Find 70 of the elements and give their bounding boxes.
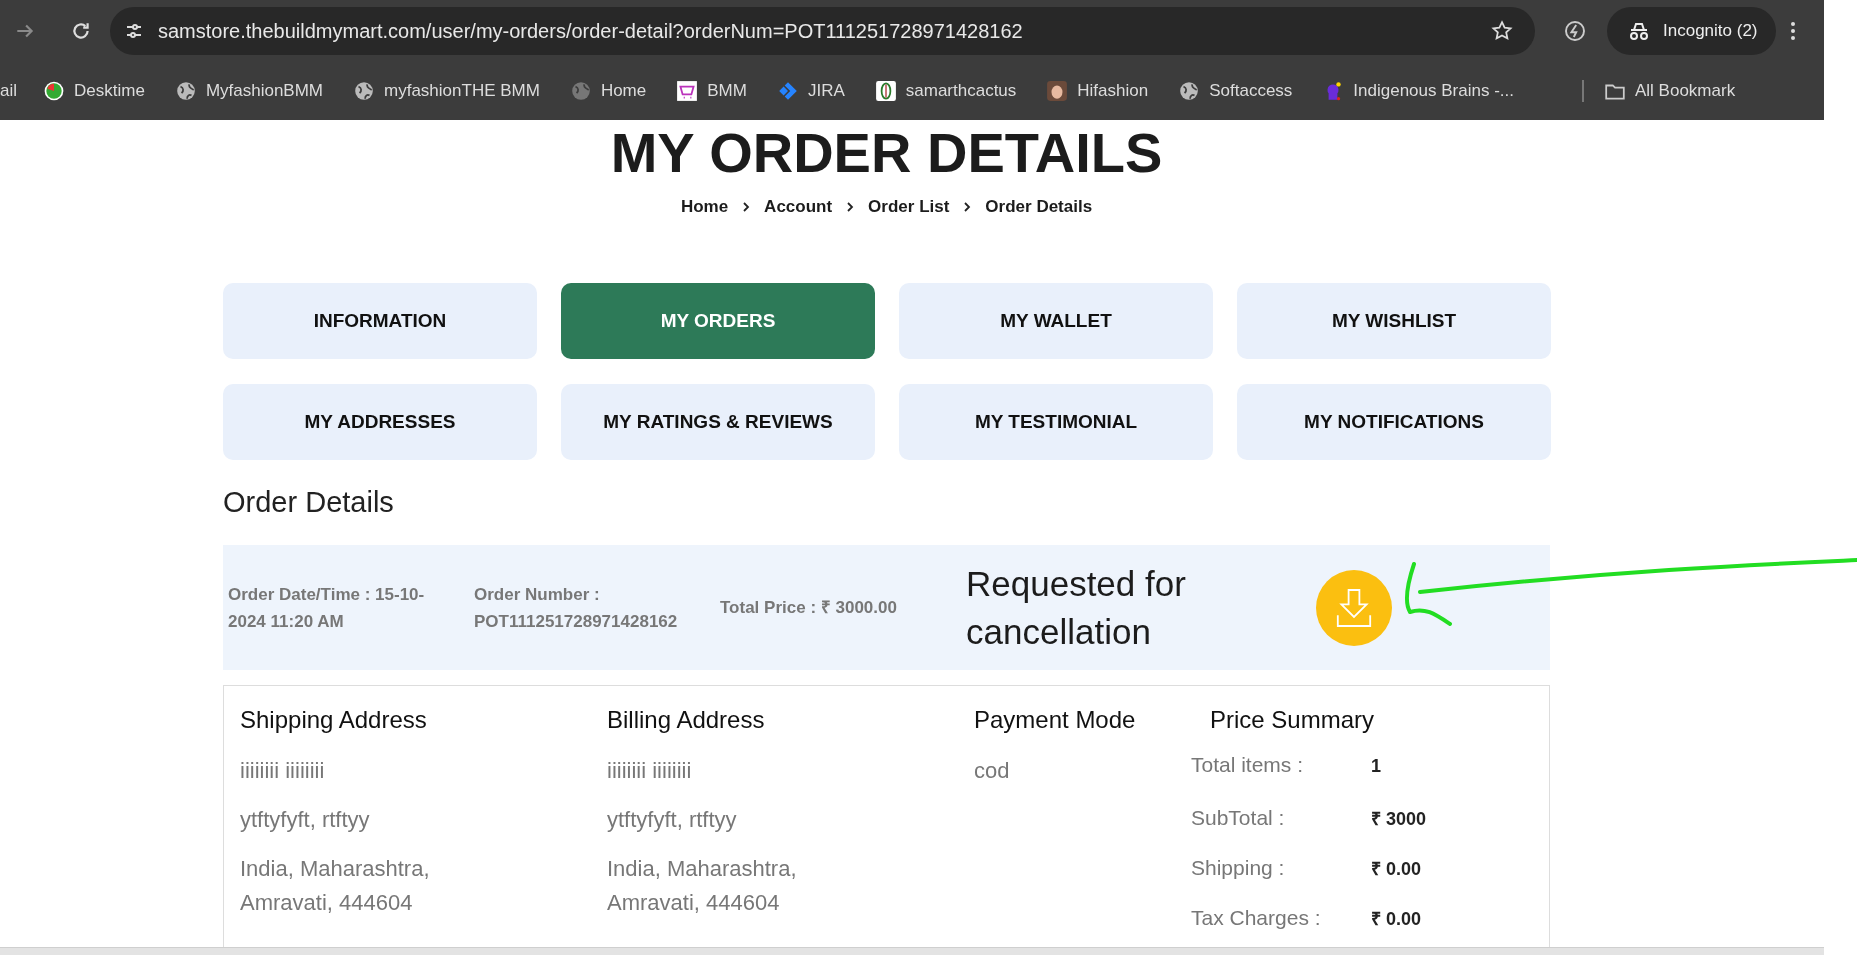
menu-icon[interactable] bbox=[1789, 21, 1796, 41]
bookmark[interactable]: Home bbox=[569, 80, 647, 102]
bookmark-icon bbox=[874, 80, 897, 102]
price-value: ₹ 3000 bbox=[1371, 808, 1427, 830]
bookmark-icon bbox=[43, 80, 65, 102]
incognito-icon bbox=[1627, 21, 1651, 41]
chevron-icon bbox=[742, 201, 751, 213]
bookmark[interactable]: samarthcactus bbox=[874, 80, 1017, 102]
bookmark[interactable]: Indigenous Brains -... bbox=[1322, 80, 1514, 102]
price-value: ₹ 0.00 bbox=[1371, 908, 1422, 930]
price-label: SubTotal : bbox=[1191, 806, 1286, 830]
price-label: Tax Charges : bbox=[1191, 906, 1322, 930]
bookmark[interactable]: Hifashion bbox=[1046, 80, 1149, 102]
star-icon[interactable] bbox=[1491, 20, 1513, 42]
bookmark[interactable]: BMM bbox=[676, 80, 747, 102]
bookmark[interactable]: Desktime bbox=[43, 80, 145, 102]
column-heading: Billing Address bbox=[607, 705, 766, 735]
address-line: India, Maharashtra, Amravati, 444604 bbox=[240, 855, 431, 917]
account-tab[interactable]: MY ORDERS bbox=[561, 283, 875, 359]
price-label: Shipping : bbox=[1191, 856, 1286, 880]
account-tab[interactable]: MY TESTIMONIAL bbox=[899, 384, 1213, 460]
breadcrumb-link[interactable]: Account bbox=[764, 197, 833, 217]
page-title: MY ORDER DETAILS bbox=[609, 120, 1164, 186]
bookmark-icon bbox=[569, 80, 592, 102]
bookmark-icon bbox=[1046, 80, 1069, 102]
bookmark[interactable]: JIRA bbox=[776, 80, 845, 102]
column-heading: Shipping Address bbox=[240, 705, 428, 735]
section-title: Order Details bbox=[223, 485, 395, 520]
site-settings-icon[interactable] bbox=[124, 21, 144, 41]
scrollbar[interactable] bbox=[0, 947, 1824, 955]
order-date: Order Date/Time : 15-10-2024 11:20 AM bbox=[228, 583, 426, 633]
address-bar[interactable]: samstore.thebuildmymart.com/user/my-orders/order-detail?orderNum=POT111251728971428162 bbox=[110, 7, 1535, 55]
bookmark-icon bbox=[353, 80, 375, 102]
account-tab[interactable]: MY NOTIFICATIONS bbox=[1237, 384, 1551, 460]
price-label: Total items : bbox=[1191, 753, 1305, 777]
bookmark[interactable]: All Bookmark bbox=[1604, 80, 1736, 102]
total-price: Total Price : ₹ 3000.00 bbox=[720, 597, 898, 619]
account-tab[interactable]: MY WALLET bbox=[899, 283, 1213, 359]
breadcrumb-link[interactable]: Order Details bbox=[985, 197, 1093, 217]
account-tab[interactable]: MY RATINGS & REVIEWS bbox=[561, 384, 875, 460]
address-line: iiiiiiii iiiiiiii bbox=[607, 757, 693, 785]
price-value: 1 bbox=[1371, 755, 1381, 777]
chevron-icon bbox=[963, 201, 972, 213]
bookmark-icon bbox=[174, 80, 197, 102]
payment-mode: cod bbox=[974, 757, 1010, 785]
account-tab[interactable]: INFORMATION bbox=[223, 283, 537, 359]
address-line: ytftyfyft, rtftyy bbox=[607, 806, 738, 834]
address-line: India, Maharashtra, Amravati, 444604 bbox=[607, 855, 798, 917]
price-value: ₹ 0.00 bbox=[1371, 858, 1422, 880]
chevron-icon bbox=[846, 201, 855, 213]
reload-icon[interactable] bbox=[70, 20, 92, 42]
column-heading: Price Summary bbox=[1210, 705, 1376, 735]
bookmark-icon bbox=[1178, 80, 1201, 102]
bookmark[interactable]: myfashionTHE BMM bbox=[353, 80, 540, 102]
account-tab[interactable]: MY ADDRESSES bbox=[223, 384, 537, 460]
address-line: iiiiiiii iiiiiiii bbox=[240, 757, 326, 785]
account-tab[interactable]: MY WISHLIST bbox=[1237, 283, 1551, 359]
incognito-button[interactable]: Incognito (2) bbox=[1607, 7, 1776, 55]
column-heading: Payment Mode bbox=[974, 705, 1137, 735]
bookmark[interactable]: ail bbox=[0, 81, 17, 101]
download-icon bbox=[1336, 587, 1372, 628]
bookmark[interactable]: MyfashionBMM bbox=[174, 80, 323, 102]
breadcrumb-link[interactable]: Home bbox=[680, 197, 729, 217]
order-status: Requested for cancellation bbox=[966, 562, 1187, 653]
bookmark[interactable]: Softaccess bbox=[1178, 80, 1293, 102]
breadcrumb-link[interactable]: Order List bbox=[868, 197, 950, 217]
order-number: Order Number : POT111251728971428162 bbox=[474, 583, 679, 633]
url-text: samstore.thebuildmymart.com/user/my-orders/order-detail?orderNum=POT111251728971428162 bbox=[158, 19, 1024, 43]
address-line: ytftyfyft, rtftyy bbox=[240, 806, 371, 834]
bookmark-icon bbox=[676, 80, 699, 102]
